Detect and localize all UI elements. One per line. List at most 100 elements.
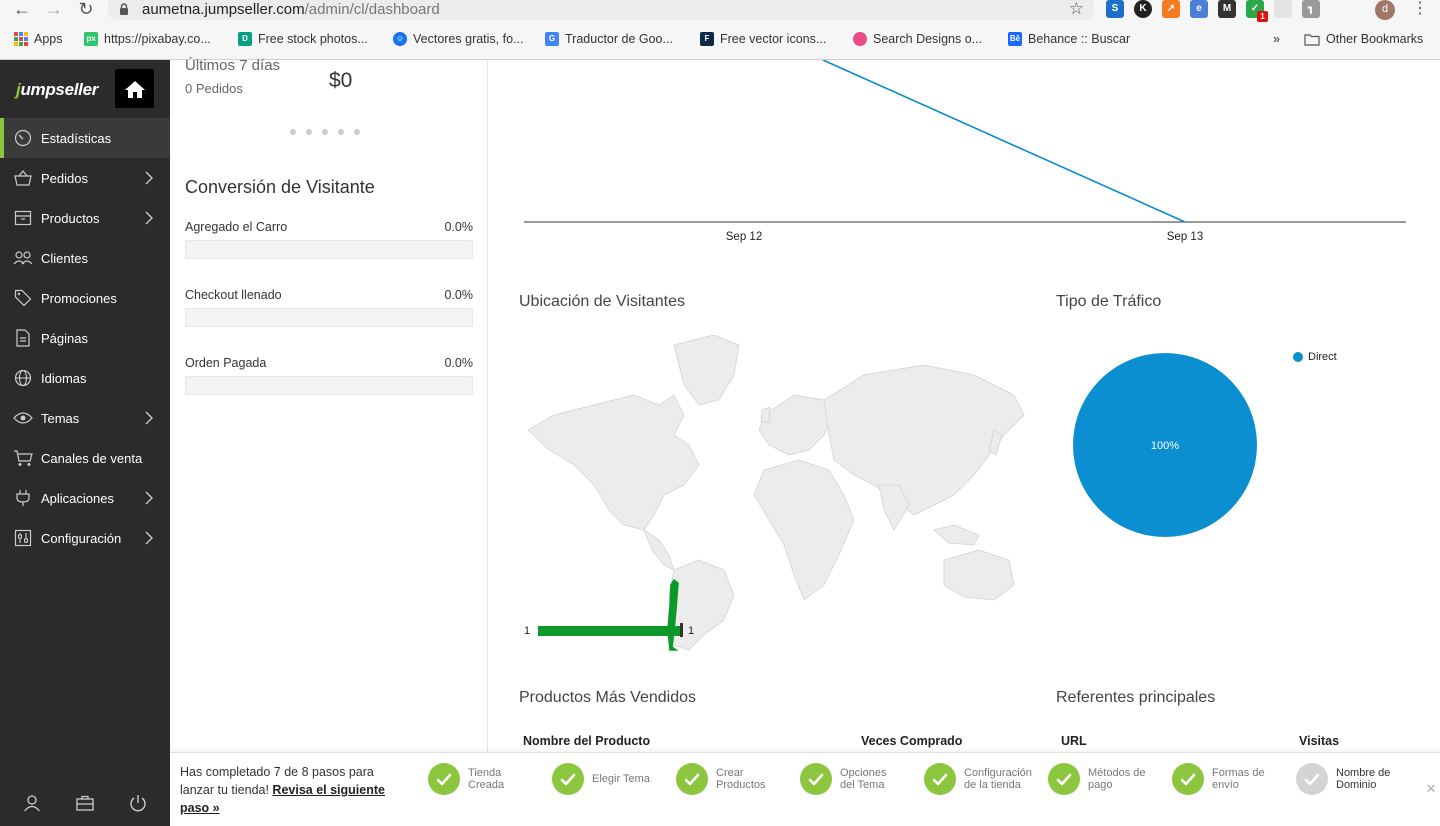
conversion-label: Orden Pagada <box>185 356 267 370</box>
users-icon <box>13 248 33 268</box>
user-icon[interactable] <box>23 794 41 812</box>
extension-e-icon[interactable]: e <box>1190 0 1208 18</box>
power-icon[interactable] <box>129 794 147 812</box>
col-visits[interactable]: Visitas <box>1299 734 1339 748</box>
bookmark-dribbble[interactable]: Search Designs o... <box>853 32 982 46</box>
step-label-line: Formas de <box>1212 767 1265 779</box>
forward-arrow-icon[interactable]: → <box>42 0 66 20</box>
bookmark-apps[interactable]: Apps <box>14 32 63 46</box>
sidebar-item-paginas[interactable]: Páginas <box>0 318 170 358</box>
x-tick-label: Sep 13 <box>1167 231 1203 243</box>
onboarding-step[interactable]: Tienda Creada <box>428 763 542 795</box>
extension-s-icon[interactable]: S <box>1106 0 1124 18</box>
sidebar-item-canales-de-venta[interactable]: Canales de venta <box>0 438 170 478</box>
bookmark-stock-photos[interactable]: D Free stock photos... <box>238 32 368 46</box>
bookmark-flaticon[interactable]: F Free vector icons... <box>700 32 826 46</box>
map-land <box>527 335 1025 651</box>
back-arrow-icon[interactable]: ← <box>10 0 34 20</box>
url-path: /admin/cl/dashboard <box>304 1 440 18</box>
traffic-title: Tipo de Tráfico <box>1056 293 1162 310</box>
address-bar[interactable]: aumetna.jumpseller.com/admin/cl/dashboar… <box>108 0 1094 20</box>
home-button[interactable] <box>115 69 154 108</box>
onboarding-step[interactable]: Configuración de la tienda <box>924 763 1038 795</box>
location-title: Ubicación de Visitantes <box>519 293 686 310</box>
check-icon <box>1296 763 1328 795</box>
close-icon[interactable]: × <box>1426 779 1436 799</box>
greenland-shape <box>673 335 740 406</box>
carousel-dot[interactable] <box>306 129 312 135</box>
extension-k-icon[interactable]: K <box>1134 0 1152 18</box>
carousel-dot[interactable] <box>290 129 296 135</box>
sidebar-item-productos[interactable]: Productos <box>0 198 170 238</box>
carousel-dot[interactable] <box>338 129 344 135</box>
sidebar-item-pedidos[interactable]: Pedidos <box>0 158 170 198</box>
bookmark-label: Apps <box>34 32 63 46</box>
extension-shield-icon[interactable]: M <box>1218 0 1236 18</box>
onboarding-step[interactable]: Formas de envío <box>1172 763 1286 795</box>
sidebar-item-aplicaciones[interactable]: Aplicaciones <box>0 478 170 518</box>
reload-icon[interactable]: ↻ <box>74 0 98 20</box>
sidebar-item-promociones[interactable]: Promociones <box>0 278 170 318</box>
briefcase-icon[interactable] <box>76 795 94 811</box>
step-label-line: Configuración <box>964 767 1032 779</box>
conversion-bar <box>185 308 473 327</box>
sales-value: $0 <box>329 69 353 92</box>
bookmark-behance[interactable]: Bē Behance :: Buscar <box>1008 32 1130 46</box>
extension-check-icon[interactable]: ✓ 1 <box>1246 0 1268 22</box>
x-tick-label: Sep 12 <box>726 231 762 243</box>
europe-shape <box>758 394 835 456</box>
conversion-pct: 0.0% <box>444 288 474 302</box>
onboarding-message: Has completado 7 de 8 pasos para lanzar … <box>180 763 400 817</box>
sidebar-item-label: Configuración <box>41 530 122 546</box>
check-icon <box>552 763 584 795</box>
carousel-dot[interactable] <box>322 129 328 135</box>
south-america-shape <box>668 559 735 651</box>
col-product-name[interactable]: Nombre del Producto <box>523 734 650 748</box>
sidebar-item-idiomas[interactable]: Idiomas <box>0 358 170 398</box>
carousel-dots[interactable] <box>290 129 360 135</box>
col-times-bought[interactable]: Veces Comprado <box>861 734 962 748</box>
bookmark-vectores[interactable]: ☺ Vectores gratis, fo... <box>393 32 523 46</box>
onboarding-step[interactable]: Nombre de Dominio <box>1296 763 1410 795</box>
browser-menu-icon[interactable]: ⋮ <box>1412 0 1428 18</box>
bookmark-label: Vectores gratis, fo... <box>413 32 524 46</box>
onboarding-step-label: Formas de envío <box>1212 767 1286 791</box>
bookmark-pixabay[interactable]: px https://pixabay.co... <box>84 32 211 46</box>
sidebar-item-temas[interactable]: Temas <box>0 398 170 438</box>
carousel-dot[interactable] <box>354 129 360 135</box>
extension-pin-icon[interactable]: ┓ <box>1302 0 1320 18</box>
sidebar-item-configuracion[interactable]: Configuración <box>0 518 170 558</box>
bookmark-star-icon[interactable]: ☆ <box>1069 0 1084 19</box>
bookmark-traductor[interactable]: G Traductor de Goo... <box>545 32 673 46</box>
sidebar-item-estadisticas[interactable]: Estadísticas <box>0 118 170 158</box>
sidebar-item-clientes[interactable]: Clientes <box>0 238 170 278</box>
extension-grid-icon[interactable] <box>1274 0 1292 18</box>
col-url[interactable]: URL <box>1061 734 1087 748</box>
browser-chrome: ← → ↻ aumetna.jumpseller.com/admin/cl/da… <box>0 0 1440 60</box>
onboarding-step[interactable]: Métodos de pago <box>1048 763 1162 795</box>
sidebar-item-label: Idiomas <box>41 370 87 386</box>
pie-legend[interactable]: Direct <box>1293 351 1337 363</box>
conversion-label: Checkout llenado <box>185 288 282 302</box>
pie-slice-label: 100% <box>1151 440 1179 452</box>
bookmark-label: Traductor de Goo... <box>565 32 673 46</box>
step-label-line: Creada <box>468 779 505 791</box>
step-label-line: de la tienda <box>964 779 1021 791</box>
extension-badge: 1 <box>1257 11 1268 22</box>
onboarding-step[interactable]: Opciones del Tema <box>800 763 914 795</box>
profile-avatar[interactable]: d <box>1375 0 1395 20</box>
sidebar-item-label: Estadísticas <box>41 130 112 146</box>
sidebar-item-label: Canales de venta <box>41 450 143 466</box>
tag-icon <box>13 288 33 308</box>
onboarding-step[interactable]: Elegir Tema <box>552 763 666 795</box>
bookmarks-overflow[interactable]: » <box>1273 32 1280 46</box>
cart-icon <box>13 448 33 468</box>
onboarding-step[interactable]: Crear Productos <box>676 763 790 795</box>
jumpseller-logo[interactable]: jumpseller <box>16 80 98 100</box>
bookmark-other[interactable]: Other Bookmarks <box>1304 32 1423 46</box>
sidebar-item-label: Temas <box>41 410 80 426</box>
conversion-row: Agregado el Carro 0.0% <box>185 220 473 259</box>
sidebar-item-label: Aplicaciones <box>41 490 114 506</box>
extension-chart-icon[interactable]: ↗ <box>1162 0 1180 18</box>
onboarding-step-label: Configuración de la tienda <box>964 767 1038 791</box>
